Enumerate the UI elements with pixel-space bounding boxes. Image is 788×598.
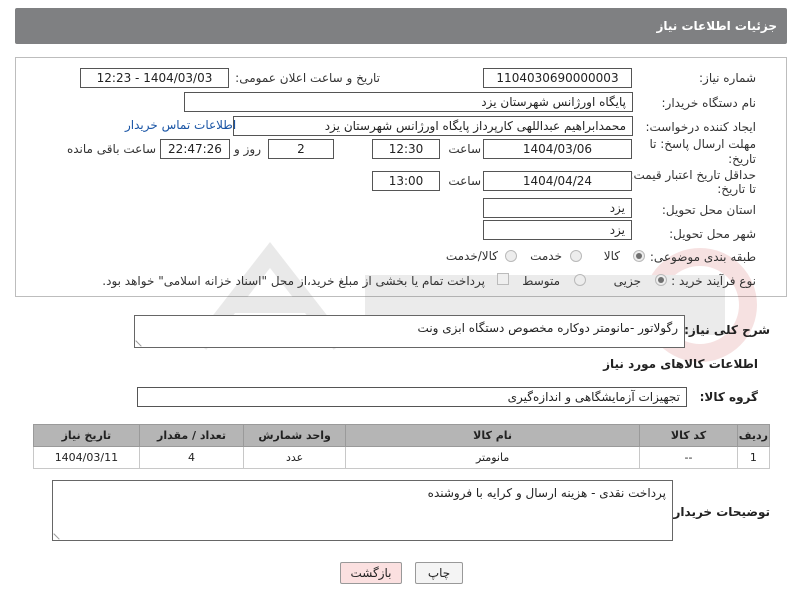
city-label: شهر محل تحویل: bbox=[669, 227, 756, 241]
deadline-time-field: 12:30 bbox=[372, 139, 440, 159]
cell-name: مانومتر bbox=[344, 446, 641, 469]
resize-grip-icon[interactable] bbox=[135, 335, 147, 347]
page-header: جزئیات اطلاعات نیاز bbox=[15, 8, 787, 44]
category-goods-label: کالا bbox=[603, 249, 620, 263]
goods-group-label: گروه کالا: bbox=[699, 390, 758, 404]
treasury-payment-note: پرداخت تمام یا بخشی از مبلغ خرید،از محل … bbox=[102, 274, 485, 288]
print-button[interactable]: چاپ bbox=[415, 562, 463, 584]
resize-grip-icon[interactable] bbox=[53, 528, 65, 540]
buyer-contact-link[interactable]: اطلاعات تماس خریدار bbox=[125, 118, 236, 132]
remaining-time-field: 22:47:26 bbox=[160, 139, 230, 159]
col-row: ردیف bbox=[736, 424, 771, 447]
purchase-medium-radio[interactable] bbox=[574, 274, 586, 286]
province-label: استان محل تحویل: bbox=[661, 203, 756, 217]
creator-field: محمدابراهیم عبداللهی کارپرداز پایگاه اور… bbox=[233, 116, 633, 136]
col-unit: واحد شمارش bbox=[243, 424, 346, 447]
goods-table-header: ردیف کد کالا نام کالا واحد شمارش تعداد /… bbox=[33, 424, 771, 447]
goods-table: ردیف کد کالا نام کالا واحد شمارش تعداد /… bbox=[33, 424, 771, 469]
buyer-notes-label: توضیحات خریدار: bbox=[668, 505, 770, 519]
buyer-org-label: نام دستگاه خریدار: bbox=[661, 96, 757, 110]
days-label: روز و bbox=[234, 142, 261, 156]
days-field: 2 bbox=[268, 139, 334, 159]
city-field: یزد bbox=[483, 220, 632, 240]
validity-date-field: 1404/04/24 bbox=[483, 171, 632, 191]
col-name: نام کالا bbox=[344, 424, 641, 447]
category-service-radio[interactable] bbox=[570, 250, 582, 262]
deadline-label: مهلت ارسال پاسخ: تا bbox=[649, 137, 756, 151]
description-field: رگولاتور -مانومتر دوکاره مخصوص دستگاه اب… bbox=[134, 315, 685, 348]
goods-group-field: تجهیزات آزمایشگاهی و اندازه‌گیری bbox=[137, 387, 687, 407]
announce-field: 1404/03/03 - 12:23 bbox=[80, 68, 229, 88]
deadline-date-field: 1404/03/06 bbox=[483, 139, 632, 159]
creator-label: ایجاد کننده درخواست: bbox=[645, 120, 756, 134]
cell-unit: عدد bbox=[243, 446, 346, 469]
description-text: رگولاتور -مانومتر دوکاره مخصوص دستگاه اب… bbox=[417, 321, 678, 335]
deadline-label-date: تاریخ: bbox=[728, 152, 756, 166]
col-date: تاریخ نیاز bbox=[33, 424, 140, 447]
category-service-label: خدمت bbox=[530, 249, 562, 263]
buyer-org-field: پایگاه اورژانس شهرستان یزد bbox=[184, 92, 633, 112]
need-number-field: 1104030690000003 bbox=[483, 68, 632, 88]
page-title: جزئیات اطلاعات نیاز bbox=[656, 19, 777, 33]
announce-label: تاریخ و ساعت اعلان عمومی: bbox=[235, 71, 380, 85]
province-field: یزد bbox=[483, 198, 632, 218]
treasury-payment-checkbox[interactable] bbox=[497, 273, 509, 285]
remaining-time-label: ساعت باقی مانده bbox=[66, 142, 156, 156]
buyer-notes-field: پرداخت نقدی - هزینه ارسال و کرایه با فرو… bbox=[52, 480, 673, 541]
purchase-minor-label: جزیی bbox=[613, 274, 641, 288]
cell-code: -- bbox=[639, 446, 738, 469]
category-label: طبقه بندی موضوعی: bbox=[649, 250, 756, 264]
purchase-minor-radio[interactable] bbox=[655, 274, 667, 286]
category-goods-radio[interactable] bbox=[633, 250, 645, 262]
validity-label-date: تا تاریخ: bbox=[717, 182, 756, 196]
cell-date: 1404/03/11 bbox=[33, 446, 140, 469]
cell-row: 1 bbox=[736, 446, 771, 469]
col-code: کد کالا bbox=[639, 424, 738, 447]
category-goods-service-label: کالا/خدمت bbox=[445, 249, 498, 263]
goods-section-title: اطلاعات کالاهای مورد نیاز bbox=[603, 357, 758, 371]
category-goods-service-radio[interactable] bbox=[505, 250, 517, 262]
purchase-medium-label: متوسط bbox=[522, 274, 560, 288]
cell-qty: 4 bbox=[138, 446, 245, 469]
validity-time-label: ساعت bbox=[448, 174, 481, 188]
purchase-type-label: نوع فرآیند خرید : bbox=[671, 274, 756, 288]
validity-label: حداقل تاریخ اعتبار قیمت: bbox=[629, 168, 756, 182]
col-qty: تعداد / مقدار bbox=[138, 424, 245, 447]
back-button[interactable]: بازگشت bbox=[340, 562, 402, 584]
need-number-label: شماره نیاز: bbox=[699, 71, 756, 85]
buyer-notes-text: پرداخت نقدی - هزینه ارسال و کرایه با فرو… bbox=[427, 486, 666, 500]
validity-time-field: 13:00 bbox=[372, 171, 440, 191]
description-label: شرح کلی نیاز: bbox=[684, 323, 770, 337]
deadline-time-label: ساعت bbox=[448, 142, 481, 156]
table-row: 1 -- مانومتر عدد 4 1404/03/11 bbox=[33, 446, 771, 469]
